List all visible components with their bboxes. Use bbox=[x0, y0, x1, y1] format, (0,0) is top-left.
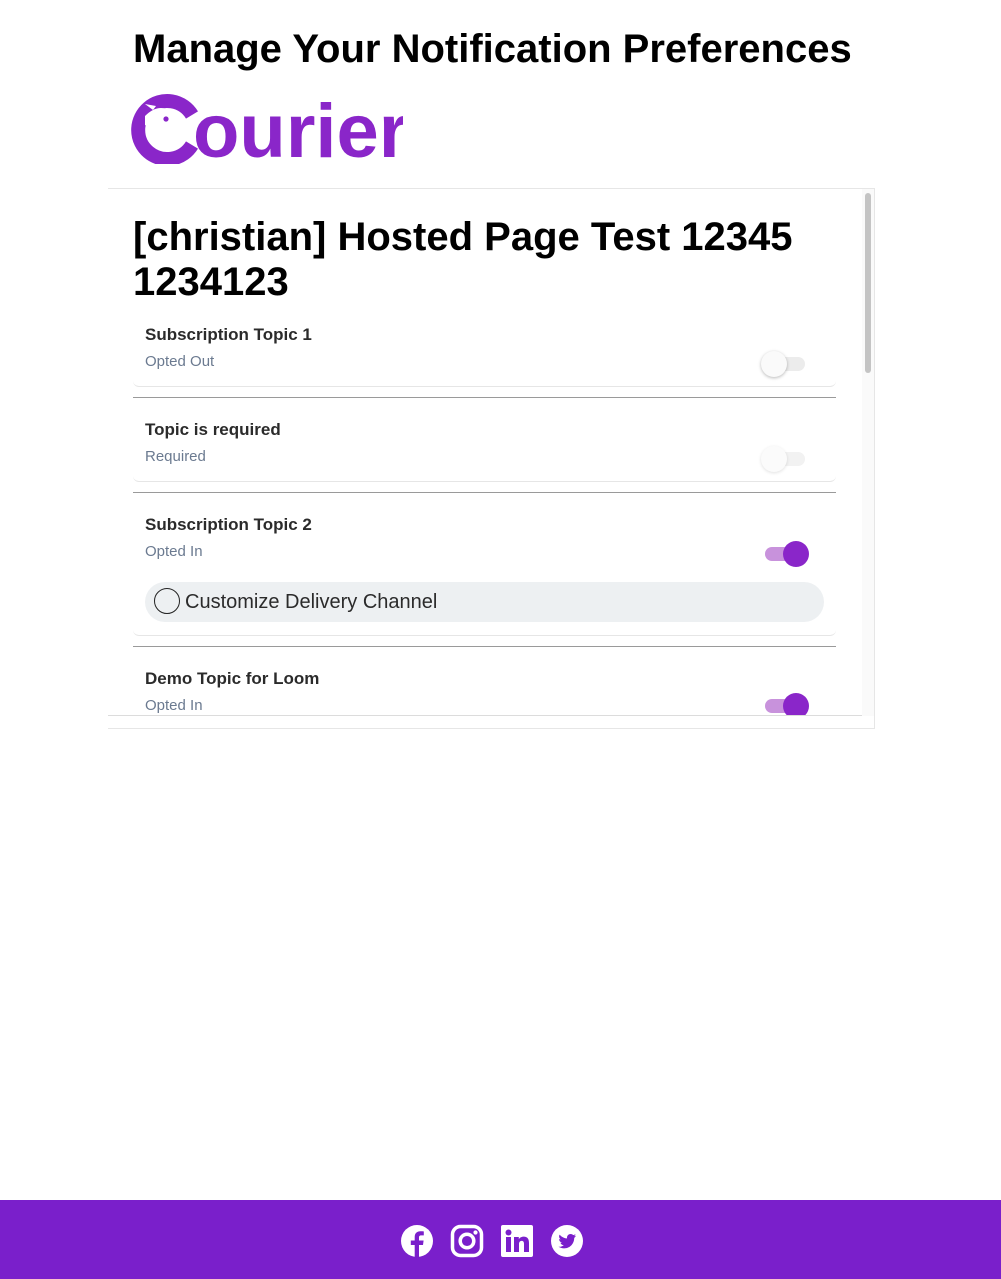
topic-subscription-topic-2: Subscription Topic 2 Opted In Customize … bbox=[133, 515, 836, 636]
instagram-icon[interactable] bbox=[450, 1224, 484, 1258]
footer bbox=[0, 1200, 1001, 1279]
topic-toggle[interactable] bbox=[761, 541, 809, 567]
topic-status: Opted In bbox=[145, 543, 203, 560]
preferences-scroll-area[interactable]: [christian] Hosted Page Test 12345 12341… bbox=[108, 189, 862, 716]
topic-name: Demo Topic for Loom bbox=[145, 669, 320, 688]
linkedin-icon[interactable] bbox=[500, 1224, 534, 1258]
preferences-title: [christian] Hosted Page Test 12345 12341… bbox=[133, 215, 793, 304]
topic-topic-is-required: Topic is required Required bbox=[133, 420, 836, 482]
toggle-knob bbox=[761, 351, 787, 377]
toggle-knob bbox=[783, 693, 809, 715]
customize-label: Customize Delivery Channel bbox=[185, 591, 438, 613]
page-heading: Manage Your Notification Preferences bbox=[133, 27, 852, 71]
topic-status: Opted In bbox=[145, 697, 203, 714]
toggle-knob bbox=[783, 541, 809, 567]
topic-status: Required bbox=[145, 448, 206, 465]
topic-toggle bbox=[761, 446, 809, 472]
topic-name: Topic is required bbox=[145, 420, 281, 439]
facebook-icon[interactable] bbox=[400, 1224, 434, 1258]
topic-divider bbox=[133, 646, 836, 647]
topic-status: Opted Out bbox=[145, 353, 215, 370]
courier-logo: ourier bbox=[131, 92, 403, 164]
topic-divider bbox=[133, 397, 836, 398]
twitter-icon[interactable] bbox=[550, 1224, 584, 1258]
topic-subscription-topic-1: Subscription Topic 1 Opted Out bbox=[133, 325, 836, 387]
topic-toggle[interactable] bbox=[761, 351, 809, 377]
preferences-frame: [christian] Hosted Page Test 12345 12341… bbox=[108, 188, 875, 729]
topic-name: Subscription Topic 2 bbox=[145, 515, 312, 534]
topic-toggle[interactable] bbox=[761, 693, 809, 715]
topic-demo-topic-for-loom: Demo Topic for Loom Opted In bbox=[133, 669, 836, 715]
scrollbar-thumb[interactable] bbox=[865, 193, 871, 373]
customize-radio-button[interactable] bbox=[154, 588, 180, 614]
scrollbar[interactable] bbox=[862, 189, 874, 716]
topic-divider bbox=[133, 492, 836, 493]
toggle-knob bbox=[761, 446, 787, 472]
svg-text:ourier: ourier bbox=[193, 92, 403, 164]
customize-delivery-channel-option[interactable]: Customize Delivery Channel bbox=[145, 582, 824, 622]
topic-name: Subscription Topic 1 bbox=[145, 325, 312, 344]
